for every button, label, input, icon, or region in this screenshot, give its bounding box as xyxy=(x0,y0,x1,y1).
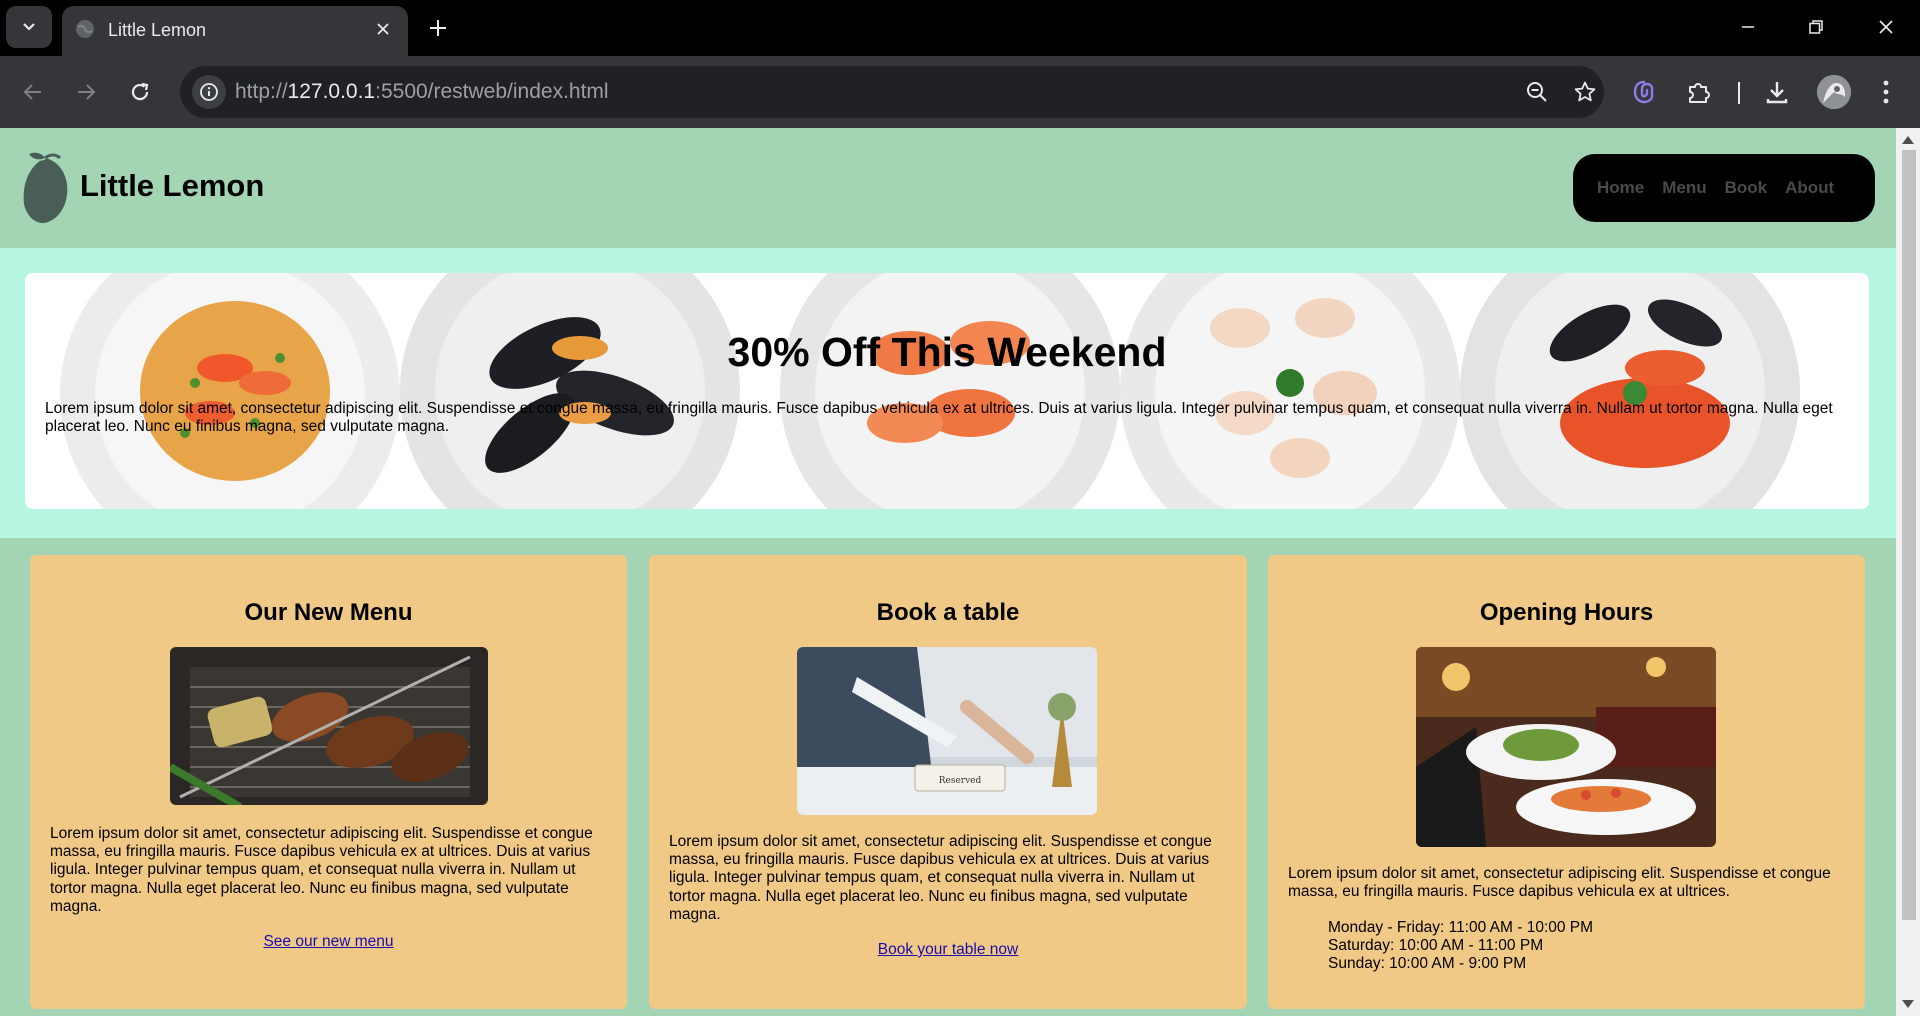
scroll-up-arrow-icon[interactable] xyxy=(1902,136,1914,144)
nav-about[interactable]: About xyxy=(1785,178,1834,197)
nav-book[interactable]: Book xyxy=(1725,178,1768,197)
nav-menu[interactable]: Menu xyxy=(1662,178,1706,197)
scroll-thumb[interactable] xyxy=(1902,150,1916,920)
promo-section: 30% Off This Weekend Lorem ipsum dolor s… xyxy=(0,248,1896,538)
bookmark-button[interactable] xyxy=(1568,75,1602,109)
lemon-logo-icon xyxy=(23,151,68,224)
site-header: Little Lemon Home Menu Book About xyxy=(0,128,1896,248)
menu-dots-icon xyxy=(1883,80,1889,104)
close-tab-button[interactable] xyxy=(368,14,398,44)
info-icon xyxy=(200,83,218,101)
card-title: Our New Menu xyxy=(244,599,413,626)
zoom-button[interactable] xyxy=(1520,75,1554,109)
browser-toolbar: http://127.0.0.1:5500/restweb/index.html xyxy=(0,56,1920,128)
card-new-menu: Our New Menu Lorem ipsum dolor sit amet,… xyxy=(30,555,627,1009)
nav-home[interactable]: Home xyxy=(1597,178,1644,197)
card-title: Opening Hours xyxy=(1479,599,1654,626)
back-icon xyxy=(23,84,41,100)
tab-strip: Little Lemon xyxy=(0,0,1920,56)
seafood-plates-image xyxy=(25,273,1869,509)
window-close-button[interactable] xyxy=(1852,0,1920,54)
reserved-sign-text: Reserved xyxy=(939,776,982,786)
tab-search-button[interactable] xyxy=(6,6,52,48)
see-menu-link[interactable]: See our new menu xyxy=(30,933,627,951)
browser-menu-button[interactable] xyxy=(1866,72,1906,112)
browser-tab[interactable]: Little Lemon xyxy=(62,6,408,56)
book-table-link[interactable]: Book your table now xyxy=(649,941,1247,959)
reserved-table-image: Reserved xyxy=(797,647,1097,815)
zoom-out-icon xyxy=(1527,82,1547,102)
forward-icon xyxy=(78,84,96,100)
hours-sunday: Sunday: 10:00 AM - 9:00 PM xyxy=(1328,955,1527,973)
opening-hours-list: Monday - Friday: 11:00 AM - 10:00 PM Sat… xyxy=(1328,919,1593,974)
reload-icon xyxy=(131,82,149,101)
url-scheme: http:// xyxy=(235,80,288,103)
webpage: Little Lemon Home Menu Book About 30% Of… xyxy=(0,128,1896,1016)
card-book-table: Book a table Reserved Lorem ipsum dolor … xyxy=(649,555,1247,1009)
card-text: Lorem ipsum dolor sit amet, consectetur … xyxy=(50,825,593,915)
new-tab-button[interactable] xyxy=(420,10,456,46)
hours-weekdays: Monday - Friday: 11:00 AM - 10:00 PM xyxy=(1328,919,1594,936)
url-host: 127.0.0.1 xyxy=(287,80,376,103)
tab-title: Little Lemon xyxy=(108,20,207,40)
url-text[interactable]: http://127.0.0.1:5500/restweb/index.html xyxy=(235,80,609,104)
plus-icon xyxy=(430,20,446,36)
promo-banner: 30% Off This Weekend Lorem ipsum dolor s… xyxy=(25,273,1869,509)
minimize-icon xyxy=(1742,26,1754,28)
downloads-button[interactable] xyxy=(1757,72,1797,112)
address-bar[interactable]: http://127.0.0.1:5500/restweb/index.html xyxy=(180,66,1604,118)
profile-avatar[interactable] xyxy=(1817,75,1851,109)
close-icon xyxy=(377,23,389,35)
card-opening-hours: Opening Hours Lorem ipsum dolor sit amet… xyxy=(1268,555,1865,1009)
grill-image xyxy=(170,647,488,805)
page-viewport: Little Lemon Home Menu Book About 30% Of… xyxy=(0,128,1920,1016)
page-scrollbar[interactable] xyxy=(1896,128,1920,1016)
card-text: Lorem ipsum dolor sit amet, consectetur … xyxy=(669,833,1212,923)
globe-icon xyxy=(76,20,94,38)
restore-icon xyxy=(1809,20,1823,34)
waiter-plates-image xyxy=(1416,647,1716,847)
extension-button[interactable] xyxy=(1624,72,1664,112)
extensions-menu-button[interactable] xyxy=(1679,72,1719,112)
reserved-photo: Reserved xyxy=(797,647,1097,815)
reload-button[interactable] xyxy=(121,73,159,111)
extension-icon xyxy=(1633,80,1654,104)
url-path: :5500/restweb/index.html xyxy=(375,80,609,103)
site-info-button[interactable] xyxy=(192,75,226,109)
promo-text: Lorem ipsum dolor sit amet, consectetur … xyxy=(45,400,1833,435)
hours-saturday: Saturday: 10:00 AM - 11:00 PM xyxy=(1328,937,1544,955)
chevron-down-icon xyxy=(23,23,35,31)
avatar-icon xyxy=(1817,75,1851,109)
restore-button[interactable] xyxy=(1782,0,1850,54)
card-title: Book a table xyxy=(876,599,1020,626)
brand-name: Little Lemon xyxy=(80,168,265,203)
back-button[interactable] xyxy=(14,73,52,111)
minimize-button[interactable] xyxy=(1714,0,1782,54)
promo-title: 30% Off This Weekend xyxy=(727,329,1167,375)
main-nav: Home Menu Book About xyxy=(1573,154,1875,222)
waiter-photo xyxy=(1416,647,1716,847)
toolbar-separator xyxy=(1738,82,1740,104)
info-cards: Our New Menu Lorem ipsum dolor sit amet,… xyxy=(0,538,1896,1016)
grill-photo xyxy=(170,647,488,805)
card-text: Lorem ipsum dolor sit amet, consectetur … xyxy=(1288,865,1831,901)
star-icon xyxy=(1574,81,1596,102)
scroll-down-arrow-icon[interactable] xyxy=(1902,1000,1914,1008)
window-close-icon xyxy=(1879,20,1893,34)
forward-button[interactable] xyxy=(67,73,105,111)
download-icon xyxy=(1766,82,1788,104)
puzzle-icon xyxy=(1689,83,1710,103)
